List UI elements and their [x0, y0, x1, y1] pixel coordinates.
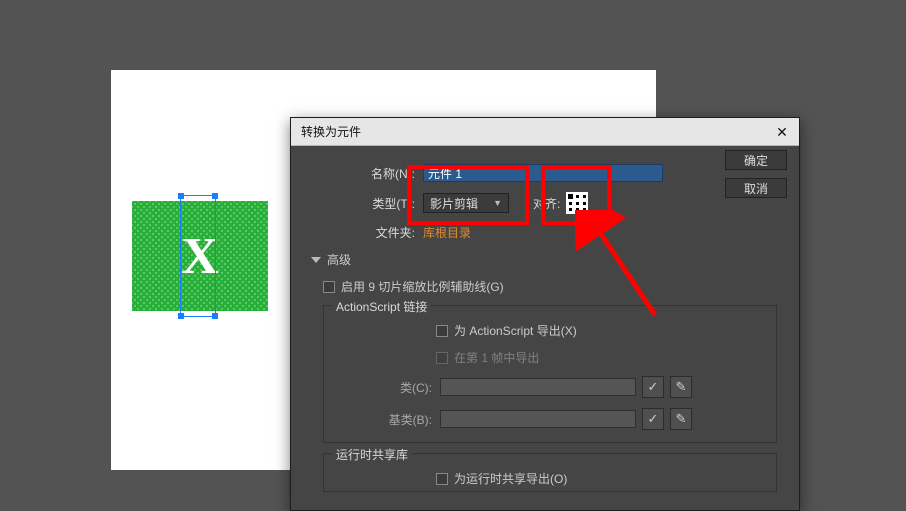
nine-slice-checkbox[interactable] [323, 281, 335, 293]
export-as-checkbox[interactable] [436, 325, 448, 337]
chevron-down-icon: ▼ [493, 198, 502, 208]
export-frame1-label: 在第 1 帧中导出 [454, 349, 539, 366]
runtime-export-label: 为运行时共享导出(O) [454, 470, 567, 487]
class-validate-button[interactable]: ✓ [642, 376, 664, 398]
runtime-legend: 运行时共享库 [332, 446, 412, 463]
runtime-export-checkbox[interactable] [436, 473, 448, 485]
type-value: 影片剪辑 [430, 195, 478, 212]
ok-button[interactable]: 确定 [725, 150, 787, 170]
base-edit-button[interactable]: ✎ [670, 408, 692, 430]
symbol-preview: X [132, 201, 268, 311]
check-icon: ✓ [648, 411, 659, 427]
advanced-label: 高级 [327, 251, 351, 268]
type-label: 类型(T): [305, 195, 423, 212]
class-input[interactable] [440, 378, 636, 396]
name-input[interactable] [423, 164, 663, 182]
registration-grid[interactable] [566, 192, 588, 214]
export-as-label: 为 ActionScript 导出(X) [454, 322, 577, 339]
folder-link[interactable]: 库根目录 [423, 224, 471, 241]
symbol-letter: X [181, 227, 219, 286]
class-label: 类(C): [336, 379, 440, 396]
name-label: 名称(N): [305, 165, 423, 182]
dialog-title: 转换为元件 [301, 123, 361, 140]
base-class-input[interactable] [440, 410, 636, 428]
class-edit-button[interactable]: ✎ [670, 376, 692, 398]
close-button[interactable]: ✕ [773, 123, 791, 141]
nine-slice-label: 启用 9 切片缩放比例辅助线(G) [341, 278, 504, 295]
symbol-box[interactable]: X [132, 201, 268, 311]
advanced-toggle[interactable]: 高级 [311, 251, 785, 268]
base-class-label: 基类(B): [336, 411, 440, 428]
export-frame1-checkbox [436, 352, 448, 364]
actionscript-group: ActionScript 链接 为 ActionScript 导出(X) 在第 … [323, 305, 777, 443]
pencil-icon: ✎ [676, 379, 687, 395]
align-label: 对齐: [533, 195, 560, 212]
check-icon: ✓ [648, 379, 659, 395]
convert-to-symbol-dialog: 转换为元件 ✕ 确定 取消 名称(N): 类型(T): 影片剪辑 ▼ 对齐: [290, 117, 800, 511]
actionscript-legend: ActionScript 链接 [332, 298, 431, 315]
triangle-down-icon [311, 257, 321, 263]
base-validate-button[interactable]: ✓ [642, 408, 664, 430]
runtime-group: 运行时共享库 为运行时共享导出(O) [323, 453, 777, 492]
pencil-icon: ✎ [676, 411, 687, 427]
folder-label: 文件夹: [305, 224, 423, 241]
titlebar[interactable]: 转换为元件 ✕ [291, 118, 799, 146]
cancel-button[interactable]: 取消 [725, 178, 787, 198]
type-select[interactable]: 影片剪辑 ▼ [423, 193, 509, 213]
